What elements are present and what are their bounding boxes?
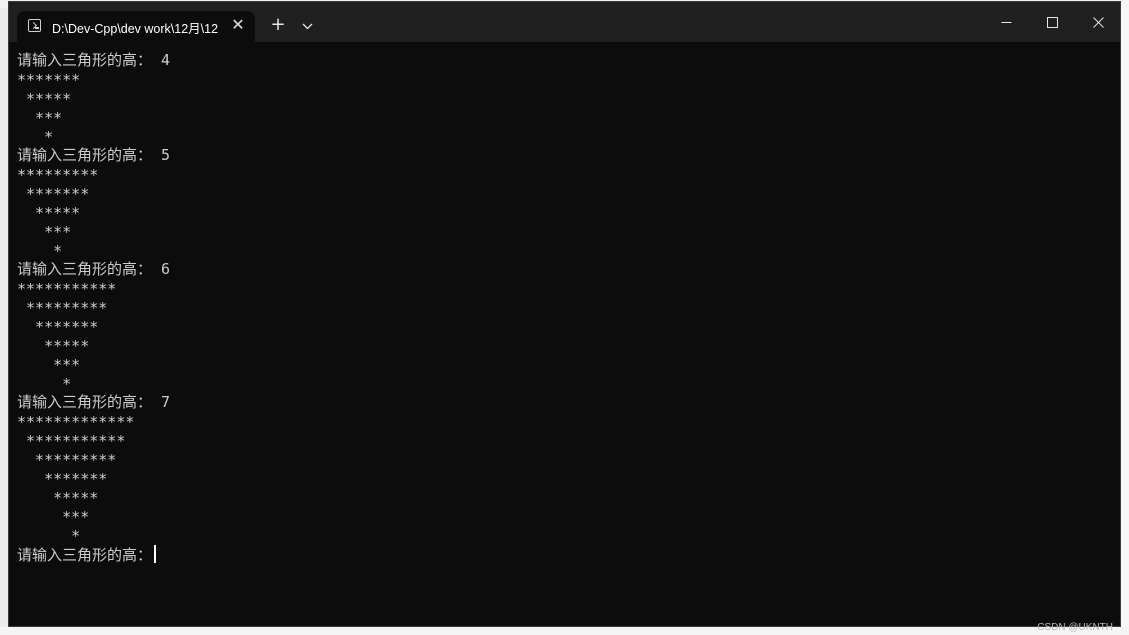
- console-line: ***: [17, 508, 90, 526]
- console-line: *********: [17, 451, 117, 469]
- prompt-line[interactable]: 请输入三角形的高：: [17, 545, 157, 565]
- console-line: *****: [17, 204, 81, 222]
- text-cursor: [154, 545, 157, 563]
- title-bar[interactable]: D:\Dev-Cpp\dev work\12月\12 ✕ +: [9, 2, 1120, 42]
- maximize-icon: [1046, 16, 1058, 28]
- terminal-icon: [28, 19, 41, 32]
- console-line: 请输入三角形的高： 7: [17, 393, 171, 411]
- console-line: *****: [17, 337, 90, 355]
- console-line: *: [17, 375, 72, 393]
- console-line: *********: [17, 166, 99, 184]
- console-line: ***********: [17, 280, 117, 298]
- console-line: 请输入三角形的高： 4: [17, 51, 171, 69]
- console-line: ***********: [17, 432, 126, 450]
- console-line: *****: [17, 90, 72, 108]
- console-line: 请输入三角形的高： 6: [17, 260, 171, 278]
- minimize-icon: [1001, 21, 1011, 23]
- console-line: *******: [17, 470, 108, 488]
- close-icon: [1092, 16, 1104, 28]
- console-line: *: [17, 527, 81, 545]
- console-line: *****: [17, 489, 99, 507]
- background-editor-edge: [1120, 0, 1129, 635]
- console-output[interactable]: 请输入三角形的高： 4 ******* ***** *** * 请输入三角形的高…: [9, 42, 1120, 626]
- close-tab-icon[interactable]: ✕: [228, 15, 248, 35]
- new-tab-button[interactable]: +: [266, 13, 290, 37]
- close-window-button[interactable]: [1075, 2, 1120, 42]
- watermark: CSDN @UKNTH: [1037, 622, 1113, 633]
- console-line: ***: [17, 109, 63, 127]
- console-line: 请输入三角形的高： 5: [17, 146, 171, 164]
- console-line: *********: [17, 299, 108, 317]
- background-window-bottom: [0, 627, 1129, 635]
- maximize-button[interactable]: [1029, 2, 1075, 42]
- chevron-down-icon: [302, 23, 312, 30]
- console-line: *******: [17, 318, 99, 336]
- console-line: *: [17, 128, 54, 146]
- terminal-tab[interactable]: D:\Dev-Cpp\dev work\12月\12 ✕: [17, 11, 255, 42]
- console-line: *******: [17, 71, 81, 89]
- tab-title: D:\Dev-Cpp\dev work\12月\12: [52, 22, 219, 36]
- terminal-window[interactable]: D:\Dev-Cpp\dev work\12月\12 ✕ + 请输入三角形的高：…: [8, 1, 1121, 627]
- console-line: *******: [17, 185, 90, 203]
- console-line: ***: [17, 223, 72, 241]
- minimize-button[interactable]: [983, 2, 1029, 42]
- prompt-text: 请输入三角形的高：: [17, 546, 153, 564]
- tab-dropdown-button[interactable]: [297, 14, 317, 38]
- console-line: *************: [17, 413, 135, 431]
- console-line: ***: [17, 356, 81, 374]
- console-line: *: [17, 242, 63, 260]
- desktop: D:\Dev-Cpp\dev work\12月\12 ✕ + 请输入三角形的高：…: [0, 0, 1129, 635]
